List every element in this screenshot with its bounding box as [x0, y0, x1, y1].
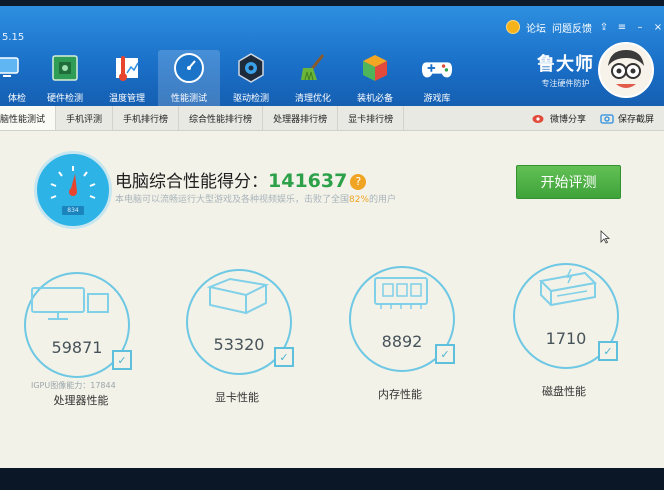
share-icon[interactable]: ⇪ — [598, 22, 610, 33]
gamepad-icon — [421, 52, 453, 84]
memory-checkbox[interactable]: ✓ — [435, 344, 455, 364]
performance-gauge: 834 — [34, 151, 112, 229]
app-window: 5.15 论坛 问题反馈 ⇪ ≡ – × 体检 硬件检测 温度管理 性能测试 驱… — [0, 6, 664, 468]
sub-tabs: 脑性能测试 手机评测 手机排行榜 综合性能排行榜 处理器排行榜 显卡排行榜 微博… — [0, 106, 664, 131]
memory-label: 内存性能 — [378, 388, 422, 401]
chip-board-icon — [49, 52, 81, 84]
tab-cpu-ranking[interactable]: 处理器排行榜 — [263, 106, 339, 130]
memory-chip-icon — [374, 277, 428, 309]
mascot-avatar[interactable] — [598, 42, 654, 98]
gauge-label: 834 — [67, 207, 79, 214]
header: 5.15 论坛 问题反馈 ⇪ ≡ – × 体检 硬件检测 温度管理 性能测试 驱… — [0, 6, 664, 106]
tab-phone-ranking[interactable]: 手机排行榜 — [113, 106, 180, 130]
main-nav: 体检 硬件检测 温度管理 性能测试 驱动检测 清理优化 装机必备 游戏库 — [0, 50, 468, 106]
score-heading: 电脑综合性能得分：141637? — [115, 167, 367, 192]
nav-item-driver[interactable]: 驱动检测 — [220, 50, 282, 106]
nav-label: 驱动检测 — [232, 94, 269, 104]
gpu-checkbox[interactable]: ✓ — [274, 347, 294, 367]
cpu-monitor-icon — [31, 287, 109, 320]
monitor-icon — [0, 52, 24, 84]
nav-item-checkup[interactable]: 体检 — [0, 50, 34, 106]
nav-item-essentials[interactable]: 装机必备 — [344, 50, 406, 106]
score-desc-suffix: 的用户 — [369, 195, 397, 205]
tab-pc-performance[interactable]: 脑性能测试 — [0, 106, 57, 130]
screen-bezel — [0, 468, 664, 490]
cube-icon — [359, 52, 391, 84]
broom-icon — [297, 52, 329, 84]
score-value: 141637 — [268, 170, 348, 192]
speedometer-icon — [173, 52, 205, 84]
tab-gpu-ranking[interactable]: 显卡排行榜 — [338, 106, 405, 130]
weibo-icon — [532, 115, 544, 123]
nav-label: 硬件检测 — [46, 94, 83, 104]
nav-label: 温度管理 — [108, 94, 145, 104]
score-percentile: 82% — [349, 195, 370, 205]
nav-item-temperature[interactable]: 温度管理 — [96, 50, 158, 106]
minimize-icon[interactable]: – — [634, 22, 646, 33]
camera-icon — [600, 114, 614, 124]
brand: 鲁大师 专注硬件防护 — [537, 50, 594, 89]
hard-disk-icon — [538, 269, 598, 307]
score-description: 本电脑可以流畅运行大型游戏及各种视频娱乐，击败了全国82%的用户 — [115, 192, 396, 205]
disk-label: 磁盘性能 — [542, 385, 586, 398]
cpu-checkbox[interactable]: ✓ — [112, 350, 132, 370]
performance-panel: 834 电脑综合性能得分：141637? 本电脑可以流畅运行大型游戏及各种视频娱… — [0, 131, 664, 468]
tab-phone-review[interactable]: 手机评测 — [56, 106, 114, 130]
screenshot-label: 保存截屏 — [617, 114, 654, 125]
mouse-cursor-icon — [600, 230, 610, 244]
nav-label: 清理优化 — [294, 94, 331, 104]
forum-link[interactable]: 论坛 — [526, 20, 546, 35]
graphics-box-icon — [206, 277, 270, 315]
nav-label: 体检 — [7, 94, 26, 104]
weibo-share-label: 微博分享 — [549, 114, 586, 125]
tab-actions: 微博分享 保存截屏 — [532, 106, 664, 130]
brand-name: 鲁大师 — [537, 54, 594, 75]
disk-checkbox[interactable]: ✓ — [598, 341, 618, 361]
help-icon[interactable]: ? — [350, 174, 367, 190]
close-icon[interactable]: × — [652, 22, 664, 33]
brand-slogan: 专注硬件防护 — [541, 79, 590, 88]
nav-label: 装机必备 — [356, 94, 393, 104]
screenshot-button[interactable]: 保存截屏 — [600, 112, 654, 125]
score-desc-text: 本电脑可以流畅运行大型游戏及各种视频娱乐，击败了全国 — [115, 195, 350, 205]
nav-item-games[interactable]: 游戏库 — [406, 50, 468, 106]
start-benchmark-button[interactable]: 开始评测 — [516, 165, 621, 199]
gear-hex-icon — [235, 52, 267, 84]
weibo-share-button[interactable]: 微博分享 — [532, 112, 586, 125]
nav-item-hardware[interactable]: 硬件检测 — [34, 50, 96, 106]
nav-item-performance[interactable]: 性能测试 — [158, 50, 220, 106]
nav-item-cleanup[interactable]: 清理优化 — [282, 50, 344, 106]
nav-label: 游戏库 — [423, 94, 451, 104]
feedback-link[interactable]: 问题反馈 — [552, 20, 592, 35]
menu-icon[interactable]: ≡ — [616, 22, 628, 33]
gpu-label: 显卡性能 — [215, 391, 259, 404]
thermometer-icon — [111, 52, 143, 84]
igpu-score-text: IGPU图像能力：17844 — [31, 381, 116, 390]
version-label: 5.15 — [2, 32, 25, 43]
top-bar: 论坛 问题反馈 ⇪ ≡ – × — [506, 16, 664, 38]
tab-overall-ranking[interactable]: 综合性能排行榜 — [179, 106, 264, 130]
nav-label: 性能测试 — [170, 94, 207, 104]
score-title: 电脑综合性能得分： — [115, 172, 268, 192]
cpu-label: 处理器性能 — [53, 394, 109, 407]
coin-icon[interactable] — [506, 20, 520, 34]
